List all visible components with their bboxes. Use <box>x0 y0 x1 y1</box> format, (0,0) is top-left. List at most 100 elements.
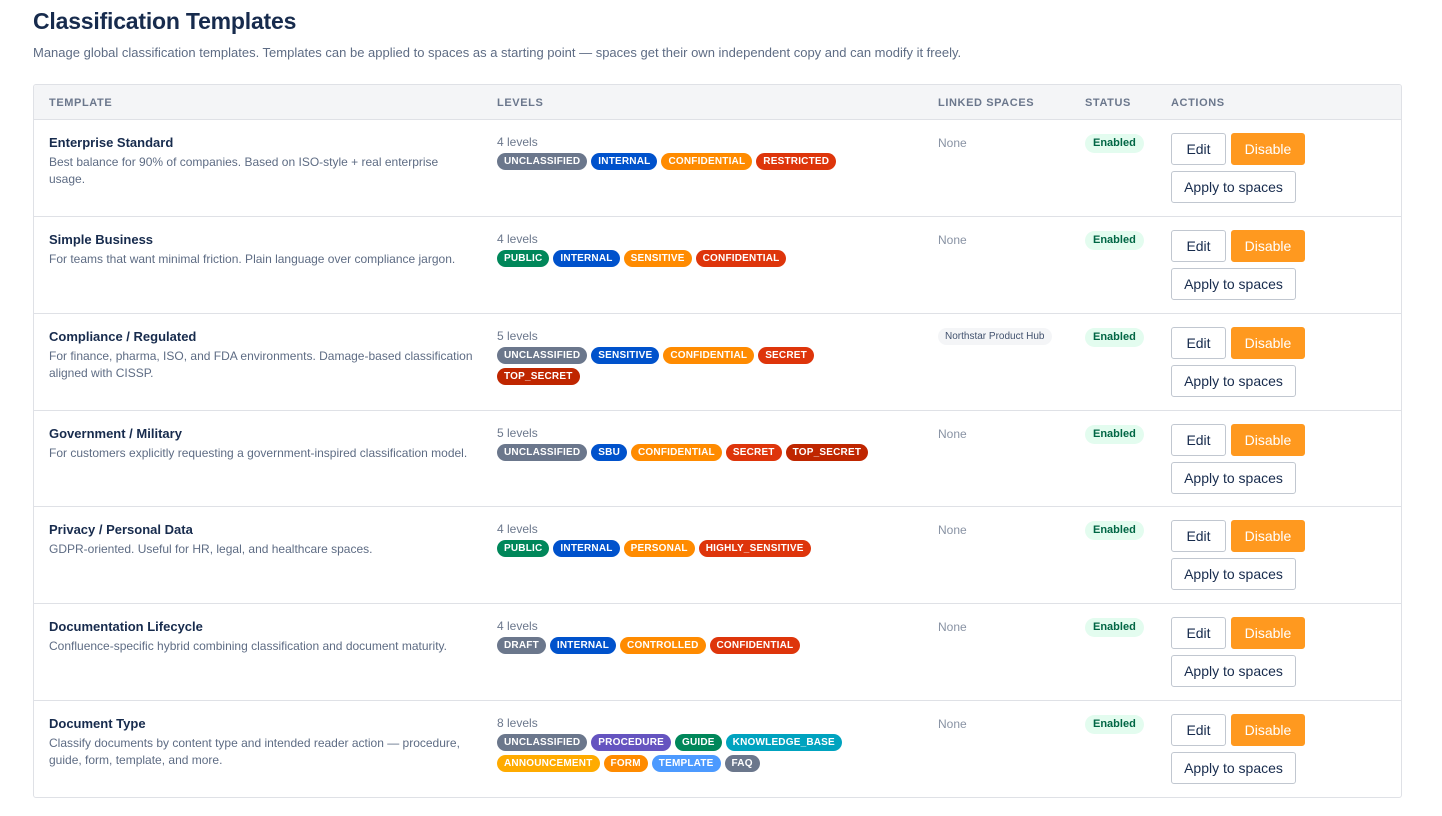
status-badge: Enabled <box>1085 715 1144 734</box>
apply-to-spaces-button[interactable]: Apply to spaces <box>1171 655 1296 687</box>
levels-count: 5 levels <box>497 329 538 343</box>
apply-to-spaces-button[interactable]: Apply to spaces <box>1171 558 1296 590</box>
level-chip: KNOWLEDGE_BASE <box>725 734 842 751</box>
template-description: Classify documents by content type and i… <box>49 736 460 767</box>
level-chip: CONFIDENTIAL <box>661 153 753 170</box>
table-row: Simple Business For teams that want minim… <box>34 217 1401 314</box>
level-chip: SECRET <box>725 444 782 461</box>
level-chip: ANNOUNCEMENT <box>497 755 600 772</box>
table-row: Government / Military For customers expli… <box>34 411 1401 507</box>
edit-button[interactable]: Edit <box>1171 424 1226 456</box>
level-chip: UNCLASSIFIED <box>497 153 588 170</box>
linked-spaces-none: None <box>938 427 967 441</box>
disable-button[interactable]: Disable <box>1231 424 1305 456</box>
table-row: Enterprise Standard Best balance for 90% … <box>34 120 1401 217</box>
level-chips: UNCLASSIFIED PROCEDURE GUIDE KNOWLEDGE_BASE… <box>497 734 897 772</box>
table-row: Compliance / Regulated For finance, pharm… <box>34 314 1401 411</box>
disable-button[interactable]: Disable <box>1231 617 1305 649</box>
apply-to-spaces-button[interactable]: Apply to spaces <box>1171 268 1296 300</box>
disable-button[interactable]: Disable <box>1231 714 1305 746</box>
page-subtitle: Manage global classification templates. … <box>33 45 962 60</box>
page-title: Classification Templates <box>33 8 297 34</box>
template-description: For finance, pharma, ISO, and FDA enviro… <box>49 349 473 380</box>
column-header-levels: LEVELS <box>497 97 544 109</box>
template-description: For customers explicitly requesting a go… <box>49 446 468 460</box>
edit-button[interactable]: Edit <box>1171 327 1226 359</box>
level-chips: PUBLIC INTERNAL SENSITIVE CONFIDENTIAL <box>497 250 897 267</box>
edit-button[interactable]: Edit <box>1171 617 1226 649</box>
linked-spaces-none: None <box>938 620 967 634</box>
level-chips: UNCLASSIFIED INTERNAL CONFIDENTIAL RESTRICT… <box>497 153 897 170</box>
level-chips: UNCLASSIFIED SBU CONFIDENTIAL SECRET TOP_SEC… <box>497 444 897 461</box>
status-badge: Enabled <box>1085 618 1144 637</box>
disable-button[interactable]: Disable <box>1231 230 1305 262</box>
disable-button[interactable]: Disable <box>1231 133 1305 165</box>
template-name: Simple Business <box>49 232 154 247</box>
disable-button[interactable]: Disable <box>1231 327 1305 359</box>
apply-to-spaces-button[interactable]: Apply to spaces <box>1171 462 1296 494</box>
level-chip: HIGHLY_SENSITIVE <box>698 540 811 557</box>
template-name: Document Type <box>49 716 146 731</box>
apply-to-spaces-button[interactable]: Apply to spaces <box>1171 365 1296 397</box>
level-chip: SENSITIVE <box>623 250 692 267</box>
level-chip: SENSITIVE <box>591 347 660 364</box>
level-chip: INTERNAL <box>553 250 620 267</box>
column-header-status: STATUS <box>1085 97 1131 109</box>
status-badge: Enabled <box>1085 328 1144 347</box>
level-chip: INTERNAL <box>549 637 617 654</box>
template-name: Enterprise Standard <box>49 135 174 150</box>
template-description: Best balance for 90% of companies. Based… <box>49 155 439 186</box>
level-chips: DRAFT INTERNAL CONTROLLED CONFIDENTIAL <box>497 637 897 654</box>
level-chip: TOP_SECRET <box>497 368 580 385</box>
template-name: Documentation Lifecycle <box>49 619 203 634</box>
level-chip: SBU <box>591 444 628 461</box>
status-badge: Enabled <box>1085 231 1144 250</box>
level-chip: FAQ <box>724 755 760 772</box>
table-header: TEMPLATE LEVELS LINKED SPACES STATUS ACT… <box>34 85 1401 120</box>
apply-to-spaces-button[interactable]: Apply to spaces <box>1171 752 1296 784</box>
level-chip: UNCLASSIFIED <box>497 444 588 461</box>
level-chip: TEMPLATE <box>651 755 721 772</box>
level-chip: TOP_SECRET <box>785 444 869 461</box>
template-description: Confluence-specific hybrid combining cla… <box>49 639 447 653</box>
edit-button[interactable]: Edit <box>1171 520 1226 552</box>
levels-count: 5 levels <box>497 426 538 440</box>
column-header-actions: ACTIONS <box>1171 97 1225 109</box>
level-chip: PUBLIC <box>497 540 550 557</box>
edit-button[interactable]: Edit <box>1171 230 1226 262</box>
level-chip: CONFIDENTIAL <box>695 250 787 267</box>
templates-table: TEMPLATE LEVELS LINKED SPACES STATUS ACT… <box>33 84 1402 798</box>
level-chip: FORM <box>603 755 648 772</box>
template-name: Privacy / Personal Data <box>49 522 193 537</box>
linked-spaces-none: None <box>938 136 967 150</box>
linked-spaces-none: None <box>938 717 967 731</box>
column-header-linked-spaces: LINKED SPACES <box>938 97 1035 109</box>
level-chip: UNCLASSIFIED <box>497 734 588 751</box>
level-chip: RESTRICTED <box>756 153 837 170</box>
level-chip: UNCLASSIFIED <box>497 347 588 364</box>
level-chips: UNCLASSIFIED SENSITIVE CONFIDENTIAL SECRET T… <box>497 347 897 385</box>
level-chip: CONFIDENTIAL <box>631 444 722 461</box>
linked-spaces-none: None <box>938 523 967 537</box>
disable-button[interactable]: Disable <box>1231 520 1305 552</box>
levels-count: 4 levels <box>497 619 538 633</box>
template-description: For teams that want minimal friction. Pl… <box>49 252 456 266</box>
edit-button[interactable]: Edit <box>1171 714 1226 746</box>
status-badge: Enabled <box>1085 521 1144 540</box>
template-name: Compliance / Regulated <box>49 329 197 344</box>
status-badge: Enabled <box>1085 425 1144 444</box>
level-chip: SECRET <box>758 347 814 364</box>
apply-to-spaces-button[interactable]: Apply to spaces <box>1171 171 1296 203</box>
level-chip: INTERNAL <box>553 540 620 557</box>
levels-count: 4 levels <box>497 135 538 149</box>
linked-space-badge: Northstar Product Hub <box>938 328 1052 345</box>
level-chip: PROCEDURE <box>591 734 671 751</box>
level-chips: PUBLIC INTERNAL PERSONAL HIGHLY_SENSITIVE <box>497 540 897 557</box>
table-row: Privacy / Personal Data GDPR-oriented. Us… <box>34 507 1401 604</box>
table-row: Document Type Classify documents by conte… <box>34 701 1401 797</box>
status-badge: Enabled <box>1085 134 1144 153</box>
levels-count: 8 levels <box>497 716 538 730</box>
level-chip: PUBLIC <box>497 250 550 267</box>
edit-button[interactable]: Edit <box>1171 133 1226 165</box>
levels-count: 4 levels <box>497 522 538 536</box>
